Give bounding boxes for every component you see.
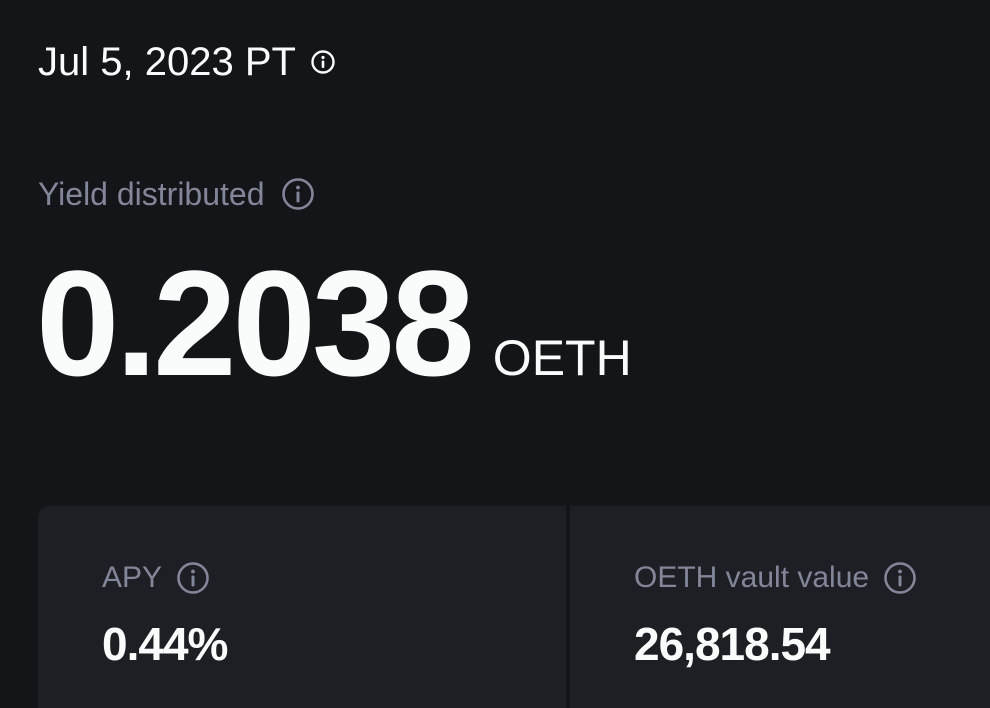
apy-value: 0.44% bbox=[102, 618, 228, 670]
apy-label-row: APY bbox=[102, 560, 210, 596]
date-info-icon[interactable] bbox=[310, 49, 336, 75]
yield-amount: 0.2038 OETH bbox=[36, 248, 632, 398]
yield-distributed-label: Yield distributed bbox=[38, 176, 265, 212]
date-label: Jul 5, 2023 PT bbox=[38, 40, 296, 84]
stats-card: APY 0.44% OETH vault value 26,818.54 bbox=[38, 506, 990, 708]
yield-unit: OETH bbox=[492, 330, 632, 386]
date-header: Jul 5, 2023 PT bbox=[38, 38, 336, 86]
vault-value-label: OETH vault value bbox=[634, 561, 870, 594]
apy-stat: APY 0.44% bbox=[38, 506, 566, 708]
vault-value-stat: OETH vault value 26,818.54 bbox=[570, 506, 990, 708]
vault-value: 26,818.54 bbox=[634, 618, 831, 670]
vault-info-icon[interactable] bbox=[883, 561, 917, 595]
yield-value: 0.2038 bbox=[36, 239, 475, 407]
apy-info-icon[interactable] bbox=[176, 561, 210, 595]
yield-info-icon[interactable] bbox=[281, 177, 315, 211]
apy-label: APY bbox=[102, 561, 163, 594]
vault-label-row: OETH vault value bbox=[634, 560, 917, 596]
yield-label-row: Yield distributed bbox=[38, 174, 315, 214]
yield-detail-page: Jul 5, 2023 PT Yield distributed 0.2038 … bbox=[0, 0, 990, 708]
